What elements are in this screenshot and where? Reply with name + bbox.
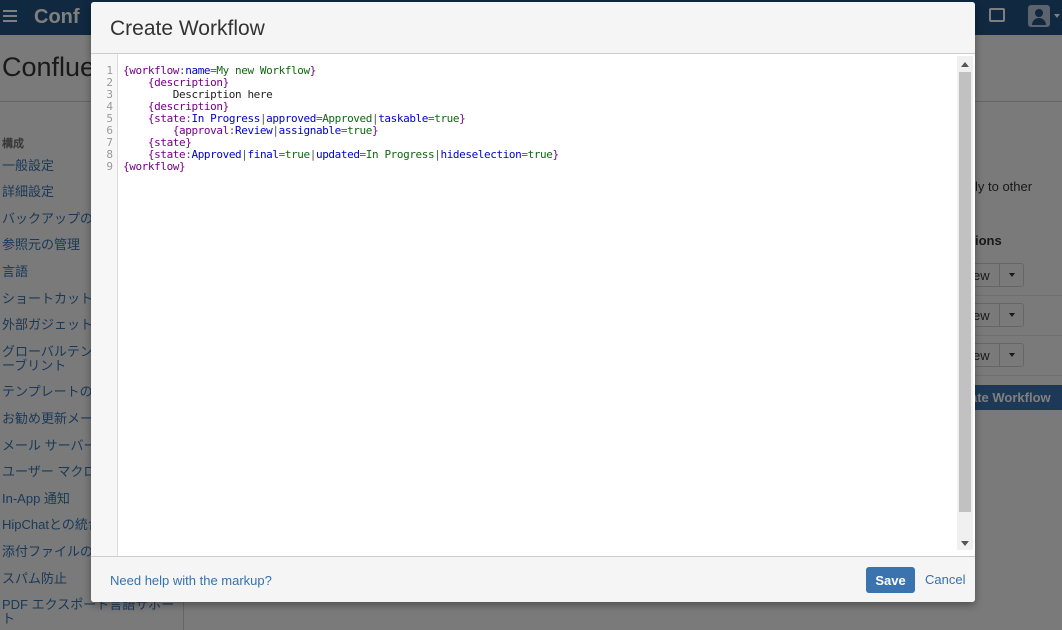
markup-editor[interactable]: 1 2 3 4 5 6 7 8 9 {workflow:name=My new … [91,54,975,556]
vertical-scrollbar[interactable] [957,56,973,550]
dialog-footer: Need help with the markup? Save Cancel [91,556,975,602]
save-button[interactable]: Save [866,567,915,593]
markup-help-link[interactable]: Need help with the markup? [110,573,272,588]
code-line[interactable]: {state:Approved|final=true|updated=In Pr… [123,149,559,161]
dialog-title: Create Workflow [110,17,265,40]
create-workflow-dialog: Create Workflow 1 2 3 4 5 6 7 8 9 {workf… [91,2,975,602]
cancel-button[interactable]: Cancel [925,572,965,587]
line-number-gutter: 1 2 3 4 5 6 7 8 9 [91,54,118,556]
code-line[interactable]: {workflow} [123,161,186,173]
scroll-up-arrow-icon[interactable] [961,62,969,67]
dialog-header: Create Workflow [91,2,975,54]
scrollbar-thumb[interactable] [959,72,971,512]
line-number: 9 [106,160,113,173]
scroll-down-arrow-icon[interactable] [961,541,969,546]
